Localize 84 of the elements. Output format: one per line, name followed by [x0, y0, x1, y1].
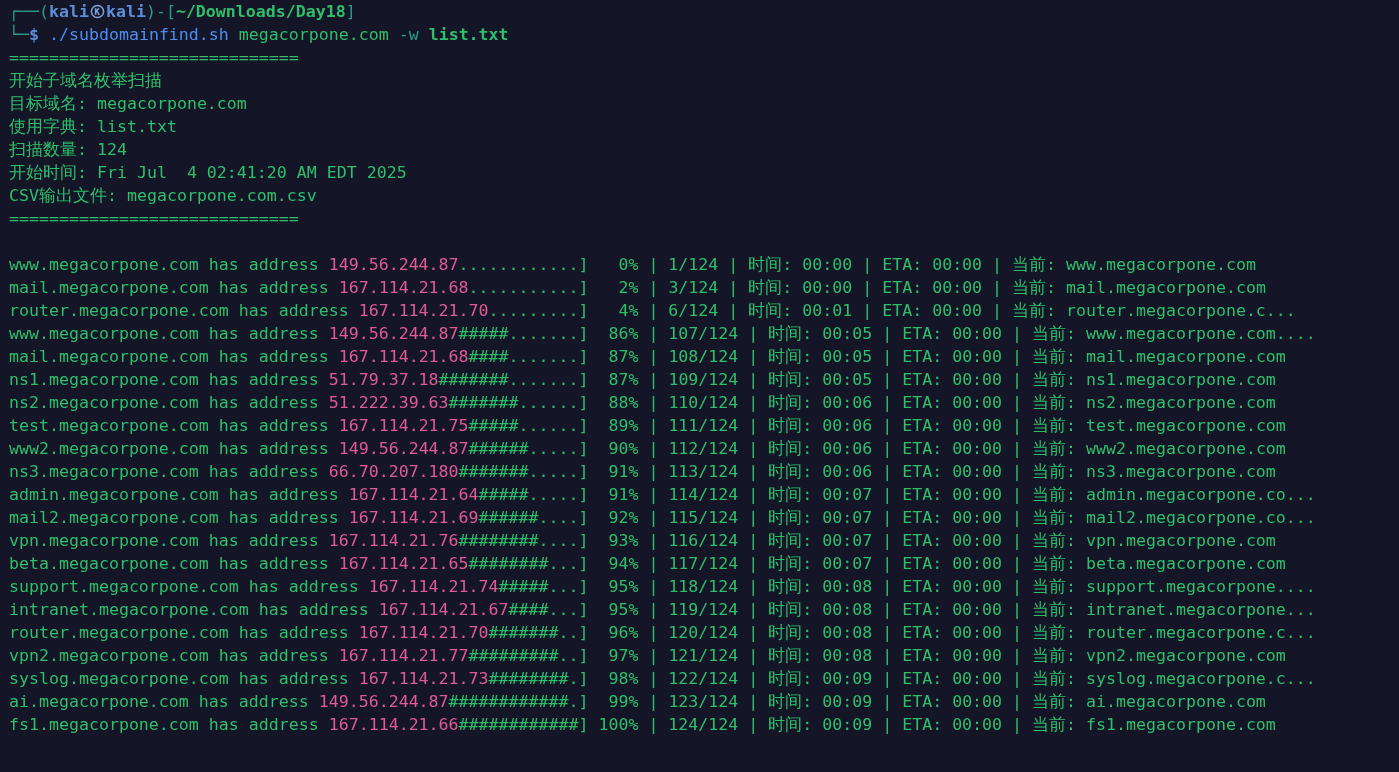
progress-text: #####.....] 91% | 114/124 | 时间: 00:07 | ETA: 00:00 | 当前: admin.megacorpone.co... [478, 485, 1316, 504]
ip-address: 167.114.21.68 [338, 278, 469, 297]
ip-address: 149.56.244.87 [328, 324, 459, 343]
progress-text: ########.] 98% | 122/124 | 时间: 00:09 | ETA: 00:00 | 当前: syslog.megacorpone.c... [488, 669, 1316, 688]
ip-address: 167.114.21.76 [328, 531, 459, 550]
lookup-text: syslog.megacorpone.com has address [9, 669, 349, 688]
progress-text: #######.....] 91% | 113/124 | 时间: 00:06 | ETA: 00:00 | 当前: ns3.megacorpone.com [458, 462, 1276, 481]
progress-text: #####.......] 86% | 107/124 | 时间: 00:05 | ETA: 00:00 | 当前: www.megacorpone.com.... [458, 324, 1316, 343]
lookup-text: router.megacorpone.com has address [9, 301, 349, 320]
prompt-frame: ┌──( [9, 2, 49, 21]
ip-address: 167.114.21.69 [348, 508, 479, 527]
progress-text: ############.] 99% | 123/124 | 时间: 00:09 | ETA: 00:00 | 当前: ai.megacorpone.com [448, 692, 1266, 711]
lookup-text: www2.megacorpone.com has address [9, 439, 329, 458]
progress-text: #######.......] 87% | 109/124 | 时间: 00:05 | ETA: 00:00 | 当前: ns1.megacorpone.com [438, 370, 1276, 389]
output-line: 目标域名: megacorpone.com [9, 94, 247, 113]
lookup-text: vpn2.megacorpone.com has address [9, 646, 329, 665]
ip-address: 167.114.21.74 [368, 577, 499, 596]
command-argument: megacorpone.com [238, 24, 389, 46]
lookup-text: admin.megacorpone.com has address [9, 485, 339, 504]
output-line: ============================= [9, 209, 299, 228]
lookup-text: router.megacorpone.com has address [9, 623, 349, 642]
command-name: ./subdomainfind.sh [49, 24, 229, 46]
progress-text: .........] 4% | 6/124 | 时间: 00:01 | ETA: 00:00 | 当前: router.megacorpone.c... [488, 301, 1296, 320]
ip-address: 167.114.21.64 [348, 485, 479, 504]
prompt-sign: $ [29, 25, 39, 44]
ip-address: 167.114.21.75 [338, 416, 469, 435]
prompt-frame: └─ [9, 25, 29, 44]
ip-address: 167.114.21.77 [338, 646, 469, 665]
ip-address: 167.114.21.70 [358, 623, 489, 642]
progress-text: ####...] 95% | 119/124 | 时间: 00:08 | ETA: 00:00 | 当前: intranet.megacorpone... [508, 600, 1316, 619]
output-line: 开始子域名枚举扫描 [9, 71, 162, 90]
progress-text: #####......] 89% | 111/124 | 时间: 00:06 | ETA: 00:00 | 当前: test.megacorpone.com [468, 416, 1286, 435]
prompt-path: ~/Downloads/Day18 [175, 2, 346, 21]
ip-address: 167.114.21.70 [358, 301, 489, 320]
option-text: -w [398, 24, 419, 46]
lookup-text: beta.megacorpone.com has address [9, 554, 329, 573]
circled-symbol-icon [89, 4, 105, 19]
lookup-text: mail.megacorpone.com has address [9, 278, 329, 297]
ip-address: 167.114.21.65 [338, 554, 469, 573]
ip-address: 167.114.21.68 [338, 347, 469, 366]
progress-text: #######......] 88% | 110/124 | 时间: 00:06 | ETA: 00:00 | 当前: ns2.megacorpone.com [448, 393, 1276, 412]
progress-text: ########...] 94% | 117/124 | 时间: 00:07 | ETA: 00:00 | 当前: beta.megacorpone.com [468, 554, 1286, 573]
ip-address: 167.114.21.73 [358, 669, 489, 688]
lookup-text: ai.megacorpone.com has address [9, 692, 309, 711]
prompt-frame: )-[ [145, 2, 176, 21]
command-file: list.txt [428, 24, 509, 46]
lookup-text: test.megacorpone.com has address [9, 416, 329, 435]
output-line: 使用字典: list.txt [9, 117, 177, 136]
lookup-text: fs1.megacorpone.com has address [9, 715, 319, 734]
lookup-text: mail2.megacorpone.com has address [9, 508, 339, 527]
lookup-text: mail.megacorpone.com has address [9, 347, 329, 366]
lookup-text: ns1.megacorpone.com has address [9, 370, 319, 389]
ip-address: 167.114.21.66 [328, 715, 459, 734]
progress-text: #####...] 95% | 118/124 | 时间: 00:08 | ETA: 00:00 | 当前: support.megacorpone.... [498, 577, 1316, 596]
lookup-text: vpn.megacorpone.com has address [9, 531, 319, 550]
progress-text: ...........] 2% | 3/124 | 时间: 00:00 | ETA: 00:00 | 当前: mail.megacorpone.com [468, 278, 1266, 297]
prompt-user: kali [105, 2, 146, 21]
output-line: CSV输出文件: megacorpone.com.csv [9, 186, 317, 205]
lookup-text: ns2.megacorpone.com has address [9, 393, 319, 412]
lookup-text: intranet.megacorpone.com has address [9, 600, 369, 619]
progress-text: #######..] 96% | 120/124 | 时间: 00:08 | ETA: 00:00 | 当前: router.megacorpone.c... [488, 623, 1316, 642]
lookup-text: ns3.megacorpone.com has address [9, 462, 319, 481]
ip-address: 51.222.39.63 [328, 393, 449, 412]
lookup-text: www.megacorpone.com has address [9, 255, 319, 274]
ip-address: 167.114.21.67 [378, 600, 509, 619]
ip-address: 149.56.244.87 [328, 255, 459, 274]
progress-text: #########..] 97% | 121/124 | 时间: 00:08 | ETA: 00:00 | 当前: vpn2.megacorpone.com [468, 646, 1286, 665]
progress-text: ############] 100% | 124/124 | 时间: 00:09 | ETA: 00:00 | 当前: fs1.megacorpone.com [458, 715, 1276, 734]
progress-text: ########....] 93% | 116/124 | 时间: 00:07 | ETA: 00:00 | 当前: vpn.megacorpone.com [458, 531, 1276, 550]
lookup-text: support.megacorpone.com has address [9, 577, 359, 596]
lookup-text: www.megacorpone.com has address [9, 324, 319, 343]
progress-text: ######....] 92% | 115/124 | 时间: 00:07 | ETA: 00:00 | 当前: mail2.megacorpone.co... [478, 508, 1316, 527]
ip-address: 51.79.37.18 [328, 370, 439, 389]
progress-text: ####.......] 87% | 108/124 | 时间: 00:05 | ETA: 00:00 | 当前: mail.megacorpone.com [468, 347, 1286, 366]
progress-text: ............] 0% | 1/124 | 时间: 00:00 | ETA: 00:00 | 当前: www.megacorpone.com [458, 255, 1256, 274]
ip-address: 66.70.207.180 [328, 462, 459, 481]
output-line: 扫描数量: 124 [9, 140, 127, 159]
prompt-frame: ] [345, 2, 356, 21]
progress-text: ######.....] 90% | 112/124 | 时间: 00:06 | ETA: 00:00 | 当前: www2.megacorpone.com [468, 439, 1286, 458]
prompt-user: kali [48, 2, 89, 21]
output-line: ============================= [9, 48, 299, 67]
ip-address: 149.56.244.87 [318, 692, 449, 711]
ip-address: 149.56.244.87 [338, 439, 469, 458]
output-line: 开始时间: Fri Jul 4 02:41:20 AM EDT 2025 [9, 163, 407, 182]
